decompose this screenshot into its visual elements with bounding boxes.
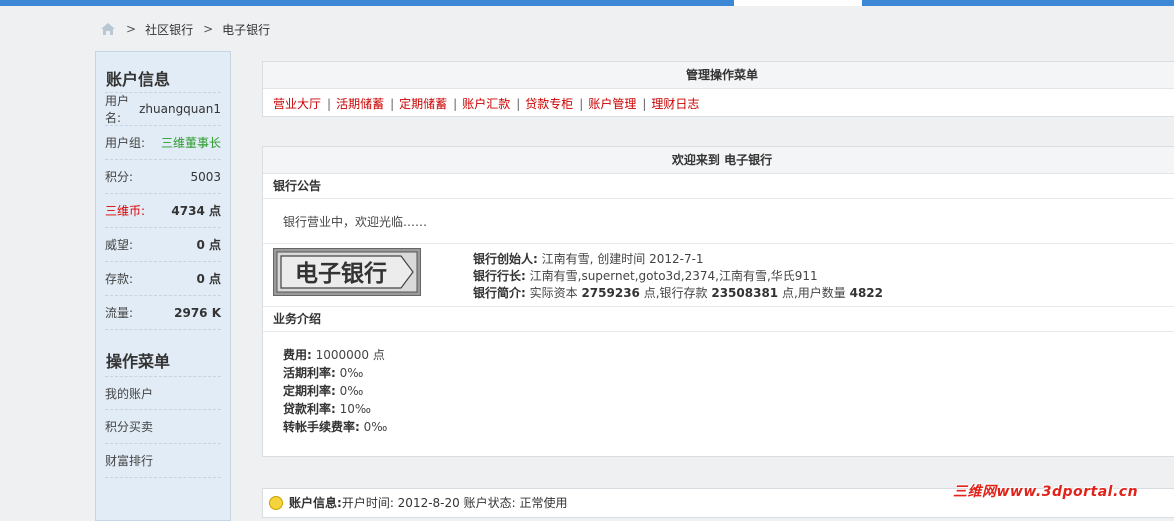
account-info-title: 账户信息 [106, 70, 171, 89]
row-value: 2976 K [174, 305, 221, 320]
link-hall[interactable]: 营业大厅 [273, 97, 321, 111]
breadcrumb-e-bank[interactable]: 电子银行 [222, 21, 270, 38]
link-sep: | [327, 97, 332, 111]
breadcrumb-sep: > [203, 22, 214, 36]
biz-fixed-rate: 定期利率: 0‰ [283, 382, 1174, 400]
sidebar: 账户信息 用户名: zhuangquan1 用户组: 三维董事长 积分: 500… [95, 51, 231, 521]
link-sep: | [453, 97, 458, 111]
top-accent-bar [0, 0, 1174, 6]
biz-value: 1000000 点 [311, 348, 385, 362]
manage-menu-links: 营业大厅 | 活期储蓄 | 定期储蓄 | 账户汇款 | 贷款专柜 | 账户管理 | 理财日志 [263, 89, 1174, 115]
row-value: 4734 点 [171, 204, 221, 218]
sidebar-row-points: 积分: 5003 [105, 160, 221, 194]
biz-current-rate: 活期利率: 0‰ [283, 364, 1174, 382]
welcome-panel: 欢迎来到 电子银行 银行公告 银行营业中，欢迎光临…… 电子银行 银行创始人: … [262, 146, 1174, 457]
row-label: 三维币: [105, 204, 146, 218]
account-status-text: 开户时间: 2012-8-20 账户状态: 正常使用 [341, 496, 568, 510]
biz-loan-rate: 贷款利率: 10‰ [283, 400, 1174, 418]
founder-value: 江南有雪, 创建时间 2012-7-1 [537, 252, 704, 266]
capital-value: 2759236 [581, 286, 640, 300]
row-value: 0 点 [196, 272, 221, 286]
breadcrumb-community-bank[interactable]: 社区银行 [145, 21, 193, 38]
link-sep: | [390, 97, 395, 111]
intro-text: 点,银行存款 [639, 286, 712, 300]
sidebar-row-prestige: 威望: 0 点 [105, 228, 221, 262]
link-sep: | [579, 97, 584, 111]
biz-label: 定期利率: [283, 384, 336, 398]
biz-value: 0‰ [335, 366, 364, 380]
president-label: 银行行长: [473, 269, 526, 283]
row-label: 用户组: [105, 136, 146, 150]
sidebar-item-wealth-rank[interactable]: 财富排行 [105, 444, 221, 478]
link-current-savings[interactable]: 活期储蓄 [336, 97, 384, 111]
biz-label: 贷款利率: [283, 402, 336, 416]
users-value: 4822 [849, 286, 884, 300]
sidebar-row-deposit: 存款: 0 点 [105, 262, 221, 296]
intro-label: 银行简介: [473, 286, 526, 300]
intro-line: 银行简介: 实际资本 2759236 点,银行存款 23508381 点,用户数… [473, 285, 883, 302]
manage-menu-title: 管理操作菜单 [263, 62, 1174, 89]
row-label: 流量: [105, 306, 134, 320]
bank-logo-text: 电子银行 [295, 260, 387, 287]
breadcrumb: > 社区银行 > 电子银行 [100, 19, 270, 39]
sidebar-row-coins: 三维币: 4734 点 [105, 194, 221, 228]
welcome-title: 欢迎来到 电子银行 [263, 147, 1174, 174]
president-value: 江南有雪,supernet,goto3d,2374,江南有雪,华氏911 [525, 269, 818, 283]
bank-info: 电子银行 银行创始人: 江南有雪, 创建时间 2012-7-1 银行行长: 江南… [263, 244, 1174, 307]
sidebar-row-username: 用户名: zhuangquan1 [105, 92, 221, 126]
biz-label: 转帐手续费率: [283, 420, 360, 434]
link-sep: | [642, 97, 647, 111]
deposit-value: 23508381 [711, 286, 779, 300]
watermark: 三维网www.3dportal.cn [953, 484, 1139, 500]
breadcrumb-sep: > [126, 22, 137, 36]
notice-text: 银行营业中，欢迎光临…… [263, 199, 1174, 244]
row-label: 威望: [105, 238, 134, 252]
home-icon[interactable] [100, 22, 116, 36]
bank-info-lines: 银行创始人: 江南有雪, 创建时间 2012-7-1 银行行长: 江南有雪,su… [473, 251, 883, 302]
biz-title: 业务介绍 [263, 307, 1174, 332]
biz-list: 费用: 1000000 点 活期利率: 0‰ 定期利率: 0‰ 贷款利率: 10… [263, 332, 1174, 436]
active-tab-gap [734, 0, 862, 6]
biz-value: 0‰ [359, 420, 388, 434]
row-value[interactable]: 三维董事长 [161, 134, 221, 151]
sidebar-row-usergroup: 用户组: 三维董事长 [105, 126, 221, 160]
row-label: 积分: [105, 170, 134, 184]
link-remittance[interactable]: 账户汇款 [462, 97, 510, 111]
biz-label: 费用: [283, 348, 312, 362]
link-finance-log[interactable]: 理财日志 [651, 97, 699, 111]
biz-value: 0‰ [335, 384, 364, 398]
link-sep: | [516, 97, 521, 111]
founder-line: 银行创始人: 江南有雪, 创建时间 2012-7-1 [473, 251, 883, 268]
link-account-manage[interactable]: 账户管理 [588, 97, 636, 111]
biz-transfer-fee: 转帐手续费率: 0‰ [283, 418, 1174, 436]
link-loan[interactable]: 贷款专柜 [525, 97, 573, 111]
sidebar-row-traffic: 流量: 2976 K [105, 296, 221, 330]
row-label: 用户名: [105, 94, 130, 125]
info-bulb-icon [269, 495, 283, 510]
account-status-row: 账户信息: 开户时间: 2012-8-20 账户状态: 正常使用 [269, 494, 567, 511]
link-fixed-savings[interactable]: 定期储蓄 [399, 97, 447, 111]
row-value: 5003 [190, 169, 221, 184]
sidebar-item-points-trade[interactable]: 积分买卖 [105, 410, 221, 444]
president-line: 银行行长: 江南有雪,supernet,goto3d,2374,江南有雪,华氏9… [473, 268, 883, 285]
manage-menu-panel: 管理操作菜单 营业大厅 | 活期储蓄 | 定期储蓄 | 账户汇款 | 贷款专柜 | 账户管理 | 理财日… [262, 61, 1174, 117]
biz-label: 活期利率: [283, 366, 336, 380]
account-status-label: 账户信息: [289, 496, 342, 510]
intro-text: 点,用户数量 [778, 286, 850, 300]
operation-menu-title: 操作菜单 [106, 352, 171, 371]
notice-title: 银行公告 [263, 174, 1174, 199]
founder-label: 银行创始人: [473, 252, 538, 266]
row-value: zhuangquan1 [139, 102, 221, 116]
biz-value: 10‰ [335, 402, 371, 416]
intro-text: 实际资本 [525, 286, 582, 300]
row-value: 0 点 [196, 238, 221, 252]
bank-logo: 电子银行 [273, 248, 421, 296]
sidebar-item-my-account[interactable]: 我的账户 [105, 376, 221, 410]
biz-fee: 费用: 1000000 点 [283, 346, 1174, 364]
row-label: 存款: [105, 272, 134, 286]
